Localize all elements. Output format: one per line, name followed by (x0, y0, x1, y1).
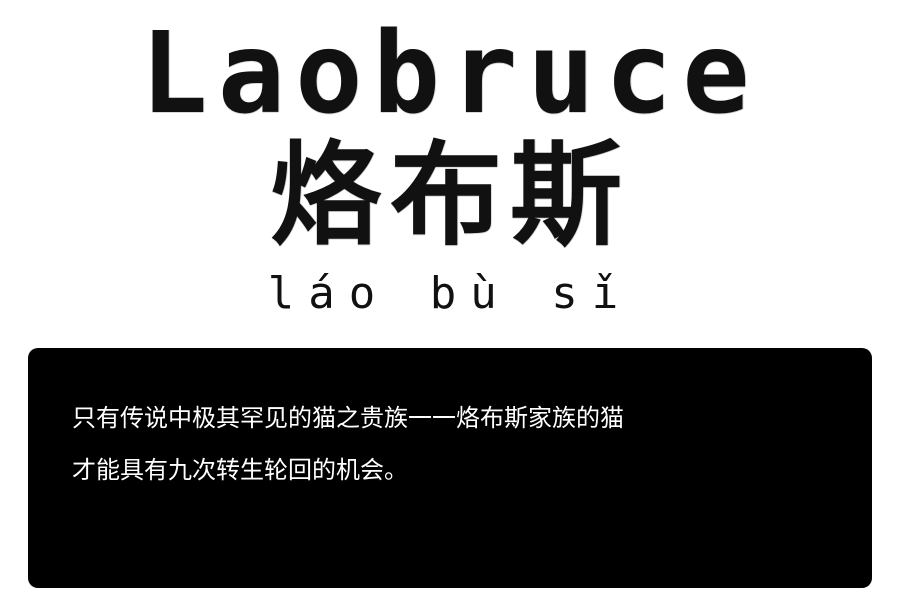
dialog-line: 才能具有九次转生轮回的机会。 (72, 456, 408, 484)
title-chinese: 烙布斯 (270, 131, 630, 261)
title-block: Laobruce 烙布斯 láo bù sǐ (0, 0, 900, 330)
title-english: Laobruce (140, 9, 760, 139)
dialog-line: 只有传说中极其罕见的猫之贵族一一烙布斯家族的猫 (72, 404, 624, 432)
title-pinyin: láo bù sǐ (267, 268, 633, 319)
dialog-box[interactable]: 只有传说中极其罕见的猫之贵族一一烙布斯家族的猫 才能具有九次转生轮回的机会。 (28, 348, 872, 588)
